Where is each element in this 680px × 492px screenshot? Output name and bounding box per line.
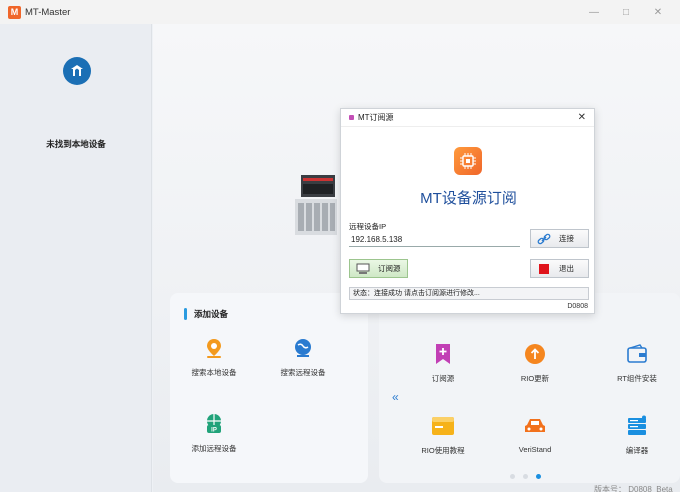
subscription-source-button[interactable]: 订阅源: [403, 341, 483, 384]
page-dot-active[interactable]: [536, 474, 541, 479]
dialog-close-button[interactable]: ✕: [578, 112, 586, 123]
maximize-button[interactable]: □: [610, 7, 642, 18]
device-image: [295, 175, 337, 235]
mt-logo-icon: [63, 57, 91, 85]
dialog-app-icon: [349, 115, 354, 120]
prev-page-button[interactable]: «: [392, 390, 399, 404]
tile-label: 搜索远程设备: [280, 368, 326, 377]
link-icon: [537, 233, 551, 245]
page-indicator: [510, 474, 541, 479]
version-label: 版本号： D0808_Beta: [594, 485, 673, 492]
svg-text:IP: IP: [211, 428, 217, 434]
globe-icon: [290, 335, 316, 361]
accent-bar: [184, 308, 187, 320]
stop-icon: [537, 263, 551, 275]
title-bar: M MT-Master — □ ✕: [0, 0, 680, 24]
car-icon: [522, 413, 548, 439]
add-remote-device-button[interactable]: IP 添加远程设备: [174, 411, 254, 454]
exit-button[interactable]: 退出: [530, 259, 589, 278]
chip-logo-icon: [454, 147, 482, 175]
dialog-heading: MT设备源订阅: [420, 190, 517, 207]
tile-label: 订阅源: [431, 374, 455, 383]
subscription-dialog: MT订阅源 ✕ MT设备源订阅 远程设备IP 连接 订阅源 退出 状态：连接成功…: [340, 108, 595, 314]
window-controls: — □ ✕: [578, 0, 674, 24]
close-button[interactable]: ✕: [642, 7, 674, 18]
add-device-panel: 添加设备 搜索本地设备 搜索远程设备 IP 添加远程设备: [170, 293, 368, 483]
arrow-up-circle-icon: [522, 341, 548, 367]
dialog-code: D0808: [567, 303, 588, 310]
dialog-title-bar: MT订阅源 ✕: [341, 109, 594, 127]
page-dot[interactable]: [523, 474, 528, 479]
subscribe-button[interactable]: 订阅源: [349, 259, 408, 278]
bookmark-plus-icon: [430, 341, 456, 367]
app-logo-icon: M: [8, 5, 21, 19]
compiler-button[interactable]: 编译器: [597, 413, 677, 456]
sidebar: 未找到本地设备: [0, 24, 152, 492]
dialog-title: MT订阅源: [358, 113, 394, 122]
ip-globe-icon: IP: [201, 411, 227, 437]
rt-component-install-button[interactable]: RT组件安装: [597, 341, 677, 384]
window-icon: [430, 413, 456, 439]
location-pin-icon: [201, 335, 227, 361]
status-bar: 状态：连接成功 请点击订阅源进行修改...: [349, 287, 589, 300]
ip-input[interactable]: [349, 233, 520, 247]
tile-label: RIO更新: [520, 374, 550, 383]
connect-button[interactable]: 连接: [530, 229, 589, 248]
server-icon: [624, 413, 650, 439]
veristand-button[interactable]: VeriStand: [495, 413, 575, 454]
search-remote-device-button[interactable]: 搜索远程设备: [263, 335, 343, 378]
search-local-device-button[interactable]: 搜索本地设备: [174, 335, 254, 378]
tile-label: RT组件安装: [617, 374, 657, 383]
subscribe-label: 订阅源: [378, 264, 401, 273]
exit-label: 退出: [559, 264, 574, 273]
tile-label: VeriStand: [518, 445, 552, 454]
rio-update-button[interactable]: RIO更新: [495, 341, 575, 384]
window-title: MT-Master: [25, 6, 71, 18]
wallet-icon: [624, 341, 650, 367]
ip-label: 远程设备IP: [349, 222, 387, 231]
page-dot[interactable]: [510, 474, 515, 479]
minimize-button[interactable]: —: [578, 7, 610, 18]
computer-icon: [356, 263, 370, 275]
tile-label: 添加远程设备: [191, 444, 237, 453]
tile-label: 搜索本地设备: [191, 368, 237, 377]
panel-title: 添加设备: [194, 309, 229, 319]
tile-label: RIO使用教程: [421, 446, 465, 455]
no-device-message: 未找到本地设备: [46, 139, 106, 149]
tile-label: 编译器: [625, 446, 649, 455]
rio-tutorial-button[interactable]: RIO使用教程: [403, 413, 483, 456]
connect-label: 连接: [559, 234, 574, 243]
